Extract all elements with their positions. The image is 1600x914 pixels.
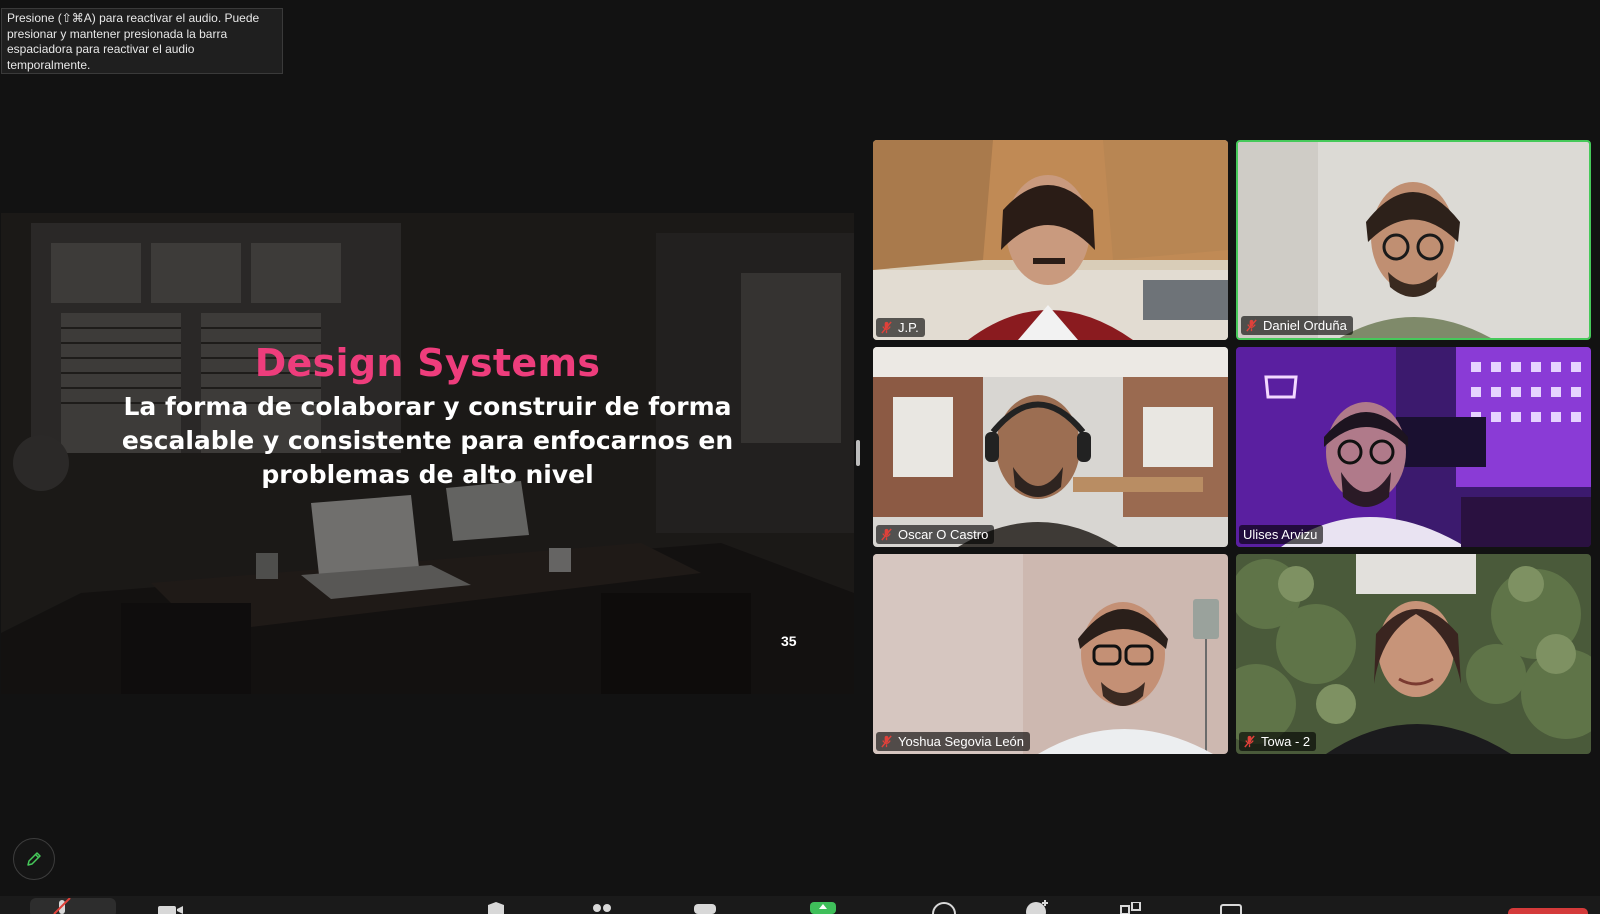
slide-page-number: 35 xyxy=(781,633,797,649)
microphone-muted-icon xyxy=(1244,735,1255,748)
pencil-icon xyxy=(27,852,41,866)
leave-meeting-button[interactable] xyxy=(1508,908,1588,914)
video-tile[interactable]: J.P. xyxy=(873,140,1228,340)
reactions-icon[interactable] xyxy=(1025,900,1051,914)
chat-icon[interactable] xyxy=(694,904,720,914)
participant-name-tag: Ulises Arvizu xyxy=(1239,525,1324,544)
share-screen-icon[interactable] xyxy=(810,902,836,914)
participant-video xyxy=(873,140,1228,340)
meeting-toolbar xyxy=(0,896,1600,914)
participant-name-tag: Oscar O Castro xyxy=(876,525,995,544)
participants-icon[interactable] xyxy=(590,904,616,914)
participant-name-tag: Towa - 2 xyxy=(1239,732,1317,751)
participant-name-tag: Daniel Orduña xyxy=(1241,316,1353,335)
participant-name: Oscar O Castro xyxy=(898,527,989,542)
annotate-button[interactable] xyxy=(13,838,55,880)
apps-icon[interactable] xyxy=(1120,902,1146,914)
participant-video xyxy=(1236,554,1591,754)
participant-name-tag: Yoshua Segovia León xyxy=(876,732,1031,751)
shared-screen-slide[interactable]: Design Systems La forma de colaborar y c… xyxy=(1,213,854,694)
microphone-muted-icon xyxy=(881,321,892,334)
video-tile[interactable]: Yoshua Segovia León xyxy=(873,554,1228,754)
tooltip-text: Presione (⇧⌘A) para reactivar el audio. … xyxy=(7,11,260,72)
participant-name: Ulises Arvizu xyxy=(1243,527,1318,542)
participant-video xyxy=(1238,142,1589,338)
video-tile[interactable]: Oscar O Castro xyxy=(873,347,1228,547)
record-icon[interactable] xyxy=(932,902,958,914)
microphone-muted-icon xyxy=(1246,319,1257,332)
participant-name: Towa - 2 xyxy=(1261,734,1311,749)
slide-body-text: La forma de colaborar y construir de for… xyxy=(121,392,734,489)
slide-title: Design Systems xyxy=(254,341,601,385)
whiteboard-icon[interactable] xyxy=(1220,904,1246,914)
participant-name: Yoshua Segovia León xyxy=(898,734,1025,749)
participant-video xyxy=(873,554,1228,754)
video-camera-icon[interactable] xyxy=(158,904,184,914)
microphone-muted-icon[interactable] xyxy=(52,898,78,914)
participant-name: J.P. xyxy=(898,320,919,335)
zoom-meeting-window: Presione (⇧⌘A) para reactivar el audio. … xyxy=(0,0,1600,914)
participant-video xyxy=(873,347,1228,547)
security-shield-icon[interactable] xyxy=(488,902,514,914)
video-tile[interactable]: Ulises Arvizu xyxy=(1236,347,1591,547)
video-tile[interactable]: Towa - 2 xyxy=(1236,554,1591,754)
microphone-muted-icon xyxy=(881,735,892,748)
split-resize-handle[interactable] xyxy=(856,440,860,466)
unmute-hint-tooltip: Presione (⇧⌘A) para reactivar el audio. … xyxy=(1,8,283,74)
participant-name: Daniel Orduña xyxy=(1263,318,1347,333)
participant-video xyxy=(1236,347,1591,547)
video-tile-active-speaker[interactable]: Daniel Orduña xyxy=(1236,140,1591,340)
participant-name-tag: J.P. xyxy=(876,318,925,337)
microphone-muted-icon xyxy=(881,528,892,541)
